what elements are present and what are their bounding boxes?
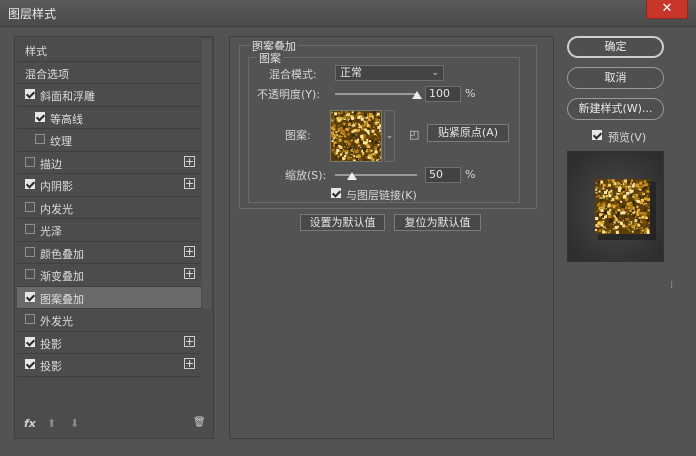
pattern-label: 图案: [285, 129, 311, 142]
style-item-label: 斜面和浮雕 [40, 90, 95, 103]
scale-label: 缩放(S): [285, 169, 327, 182]
close-button[interactable]: ✕ [646, 0, 688, 19]
style-item-label: 混合选项 [25, 67, 69, 81]
window-title: 图层样式 [8, 7, 57, 21]
fx-icon[interactable]: fx [24, 417, 36, 430]
add-effect-icon[interactable]: + [184, 155, 195, 167]
blend-mode-label: 混合模式: [269, 68, 317, 81]
style-item[interactable]: 图案叠加 [17, 286, 201, 309]
style-item-checkbox[interactable] [25, 89, 35, 99]
style-item-checkbox[interactable] [35, 134, 45, 144]
style-item[interactable]: 渐变叠加 + [17, 264, 201, 287]
style-item-label: 等高线 [50, 112, 83, 126]
style-item-label: 外发光 [40, 315, 73, 328]
style-item[interactable]: 内阴影 + [17, 174, 201, 197]
set-default-button[interactable]: 设置为默认值 [300, 214, 385, 231]
settings-panel: 图案叠加 图案 混合模式: 正常 ⌄ 不透明度(Y): 100 % 图案: ⌄ … [229, 36, 554, 439]
style-item-checkbox[interactable] [25, 314, 35, 324]
style-item-checkbox[interactable] [25, 224, 35, 234]
add-effect-icon[interactable]: + [184, 335, 195, 347]
style-item-label: 渐变叠加 [40, 270, 84, 283]
styles-toolbar: fx ⬆ ⬇ 🗑 [15, 412, 213, 438]
pattern-swatch[interactable] [330, 110, 382, 162]
pattern-group: 图案 混合模式: 正常 ⌄ 不透明度(Y): 100 % 图案: ⌄ ◰ 贴紧原… [248, 50, 520, 203]
ok-button[interactable]: 确定 [567, 36, 664, 58]
style-item-checkbox[interactable] [25, 156, 35, 167]
styles-scrollbar[interactable] [202, 39, 211, 309]
scale-slider-thumb[interactable] [347, 172, 358, 180]
preview-thumbnail [568, 152, 663, 261]
style-item-checkbox[interactable] [25, 336, 35, 347]
blend-mode-value: 正常 [340, 66, 362, 79]
styles-panel: 样式混合选项斜面和浮雕等高线纹理描边 + 内阴影 + 内发光光泽颜色叠加 + 渐变叠加 + 图案… [14, 36, 214, 439]
reset-default-button[interactable]: 复位为默认值 [394, 214, 481, 231]
link-with-layer-label: 与图层链接(K) [346, 189, 417, 202]
snap-to-origin-button[interactable]: 贴紧原点(A) [427, 124, 509, 142]
opacity-unit: % [465, 87, 476, 100]
preview-label: 预览(V) [608, 131, 647, 144]
style-item[interactable]: 投影 + [17, 332, 201, 354]
style-item[interactable]: 等高线 [17, 107, 201, 129]
style-item[interactable]: 描边 + [17, 152, 201, 174]
move-down-icon[interactable]: ⬇ [70, 417, 79, 430]
new-preset-icon[interactable]: ◰ [409, 128, 419, 141]
style-item-label: 图案叠加 [40, 292, 84, 306]
style-item-checkbox[interactable] [25, 291, 35, 302]
pattern-overlay-group: 图案叠加 图案 混合模式: 正常 ⌄ 不透明度(Y): 100 % 图案: ⌄ … [239, 38, 537, 209]
style-item[interactable]: 颜色叠加 + [17, 242, 201, 264]
scale-input[interactable]: 50 [425, 167, 461, 183]
style-item-label: 颜色叠加 [40, 247, 84, 261]
scale-unit: % [465, 168, 476, 181]
style-item-checkbox[interactable] [25, 359, 35, 369]
style-item-checkbox[interactable] [25, 179, 35, 189]
chevron-down-icon: ⌄ [431, 68, 439, 78]
link-with-layer-checkbox[interactable] [331, 188, 341, 198]
add-effect-icon[interactable]: + [184, 358, 195, 369]
style-item-label: 样式 [25, 45, 47, 58]
blend-mode-select[interactable]: 正常 ⌄ [335, 65, 444, 81]
style-item-label: 投影 [40, 337, 62, 351]
opacity-slider-thumb[interactable] [412, 91, 422, 99]
add-effect-icon[interactable]: + [184, 178, 195, 189]
pattern-group-title: 图案 [257, 50, 283, 66]
style-item-checkbox[interactable] [25, 269, 35, 279]
resize-handle-icon[interactable]: ⁞ [670, 280, 673, 291]
style-item-label: 纹理 [50, 135, 72, 148]
style-preview [567, 151, 664, 262]
style-item-label: 光泽 [40, 225, 62, 238]
add-effect-icon[interactable]: + [184, 245, 195, 257]
new-style-button[interactable]: 新建样式(W)... [567, 98, 664, 120]
gold-glitter-pattern [331, 111, 381, 161]
add-effect-icon[interactable]: + [184, 268, 195, 279]
style-item-label: 内发光 [40, 202, 73, 216]
style-item[interactable]: 混合选项 [17, 62, 201, 84]
cancel-button[interactable]: 取消 [567, 67, 664, 89]
style-item[interactable]: 内发光 [17, 197, 201, 219]
preview-checkbox[interactable] [592, 130, 602, 140]
style-item-label: 投影 [40, 360, 62, 373]
opacity-label: 不透明度(Y): [257, 88, 321, 101]
style-item-checkbox[interactable] [25, 201, 35, 212]
styles-list: 样式混合选项斜面和浮雕等高线纹理描边 + 内阴影 + 内发光光泽颜色叠加 + 渐变叠加 + 图案… [17, 39, 201, 377]
style-item-label: 内阴影 [40, 180, 73, 193]
style-item[interactable]: 样式 [17, 39, 201, 62]
close-icon: ✕ [661, 1, 673, 16]
opacity-slider-track[interactable] [335, 93, 417, 95]
pattern-picker-dropdown[interactable]: ⌄ [384, 110, 395, 162]
move-up-icon[interactable]: ⬆ [47, 417, 56, 430]
style-item-checkbox[interactable] [35, 111, 45, 122]
style-item[interactable]: 斜面和浮雕 [17, 84, 201, 107]
chevron-down-icon: ⌄ [385, 131, 394, 141]
style-item[interactable]: 投影 + [17, 354, 201, 377]
style-item[interactable]: 外发光 [17, 309, 201, 332]
style-item[interactable]: 纹理 [17, 129, 201, 152]
style-item-checkbox[interactable] [25, 246, 35, 257]
trash-icon[interactable]: 🗑 [193, 417, 206, 428]
style-item-label: 描边 [40, 157, 62, 171]
title-bar: 图层样式 ✕ [0, 0, 696, 27]
opacity-input[interactable]: 100 [425, 86, 461, 102]
style-item[interactable]: 光泽 [17, 219, 201, 242]
